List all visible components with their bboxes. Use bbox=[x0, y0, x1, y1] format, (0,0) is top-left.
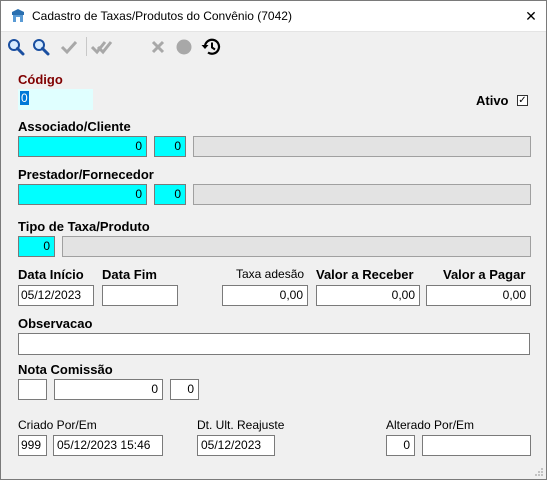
alterado-datetime-field[interactable] bbox=[422, 435, 531, 456]
toolbar-separator bbox=[86, 37, 87, 56]
data-fim-label: Data Fim bbox=[102, 267, 157, 282]
x-icon bbox=[151, 40, 165, 54]
criado-user-field[interactable]: 999 bbox=[18, 435, 47, 456]
valor-pagar-label: Valor a Pagar bbox=[443, 267, 526, 282]
circle-icon bbox=[176, 39, 192, 55]
taxa-adesao-label: Taxa adesão bbox=[236, 267, 305, 281]
cancel-button[interactable] bbox=[147, 36, 169, 58]
confirm-button[interactable] bbox=[58, 36, 80, 58]
codigo-value: 0 bbox=[20, 91, 29, 105]
associado-sub-field[interactable]: 0 bbox=[154, 136, 186, 157]
data-fim-field[interactable] bbox=[102, 285, 178, 306]
taxa-adesao-field[interactable]: 0,00 bbox=[222, 285, 308, 306]
codigo-label: Código bbox=[18, 72, 63, 87]
nota-comissao-label: Nota Comissão bbox=[18, 362, 113, 377]
valor-receber-label: Valor a Receber bbox=[316, 267, 414, 282]
check-icon bbox=[60, 40, 78, 55]
search-icon bbox=[8, 39, 25, 56]
toolbar bbox=[1, 31, 546, 62]
nota-comissao-field-3[interactable]: 0 bbox=[170, 379, 199, 400]
associado-name-field bbox=[193, 136, 531, 157]
ativo-label: Ativo bbox=[476, 93, 509, 108]
reajuste-label: Dt. Ult. Reajuste bbox=[197, 418, 285, 432]
criado-datetime-field[interactable]: 05/12/2023 15:46 bbox=[53, 435, 163, 456]
prestador-code-field[interactable]: 0 bbox=[18, 184, 147, 205]
dialog-window: Cadastro de Taxas/Produtos do Convênio (… bbox=[0, 0, 547, 480]
observacao-label: Observacao bbox=[18, 316, 93, 331]
reajuste-field[interactable]: 05/12/2023 bbox=[197, 435, 275, 456]
tipo-label: Tipo de Taxa/Produto bbox=[18, 219, 150, 234]
data-inicio-field[interactable]: 05/12/2023 bbox=[18, 285, 94, 306]
app-icon bbox=[12, 9, 24, 22]
observacao-field[interactable] bbox=[18, 333, 530, 355]
confirm-all-button[interactable] bbox=[91, 36, 113, 58]
advanced-search-button[interactable] bbox=[30, 36, 52, 58]
codigo-field[interactable]: 0 bbox=[18, 89, 93, 110]
tipo-code-field[interactable]: 0 bbox=[18, 236, 55, 257]
tipo-name-field bbox=[62, 236, 531, 257]
search-plus-icon bbox=[33, 39, 50, 56]
valor-pagar-field[interactable]: 0,00 bbox=[426, 285, 531, 306]
alterado-label: Alterado Por/Em bbox=[386, 418, 475, 432]
double-check-icon bbox=[91, 41, 113, 55]
close-button[interactable]: ✕ bbox=[516, 1, 546, 31]
associado-code-field[interactable]: 0 bbox=[18, 136, 147, 157]
criado-label: Criado Por/Em bbox=[18, 418, 97, 432]
nota-comissao-field-2[interactable]: 0 bbox=[54, 379, 163, 400]
alterado-user-field[interactable]: 0 bbox=[386, 435, 415, 456]
history-icon bbox=[201, 38, 221, 55]
data-inicio-label: Data Início bbox=[18, 267, 84, 282]
search-button[interactable] bbox=[5, 36, 27, 58]
ativo-checkbox[interactable]: ✓ bbox=[517, 95, 528, 106]
associado-label: Associado/Cliente bbox=[18, 119, 131, 134]
close-icon: ✕ bbox=[525, 7, 537, 24]
resize-grip-icon[interactable] bbox=[534, 467, 544, 477]
history-button[interactable] bbox=[200, 36, 222, 58]
ativo-check-icon: ✓ bbox=[518, 95, 527, 106]
title-bar: Cadastro de Taxas/Produtos do Convênio (… bbox=[1, 1, 546, 31]
prestador-sub-field[interactable]: 0 bbox=[154, 184, 186, 205]
prestador-name-field bbox=[193, 184, 531, 205]
nota-comissao-field-1[interactable] bbox=[18, 379, 47, 400]
window-title: Cadastro de Taxas/Produtos do Convênio (… bbox=[32, 9, 292, 23]
prestador-label: Prestador/Fornecedor bbox=[18, 167, 154, 182]
valor-receber-field[interactable]: 0,00 bbox=[316, 285, 420, 306]
record-button[interactable] bbox=[173, 36, 195, 58]
